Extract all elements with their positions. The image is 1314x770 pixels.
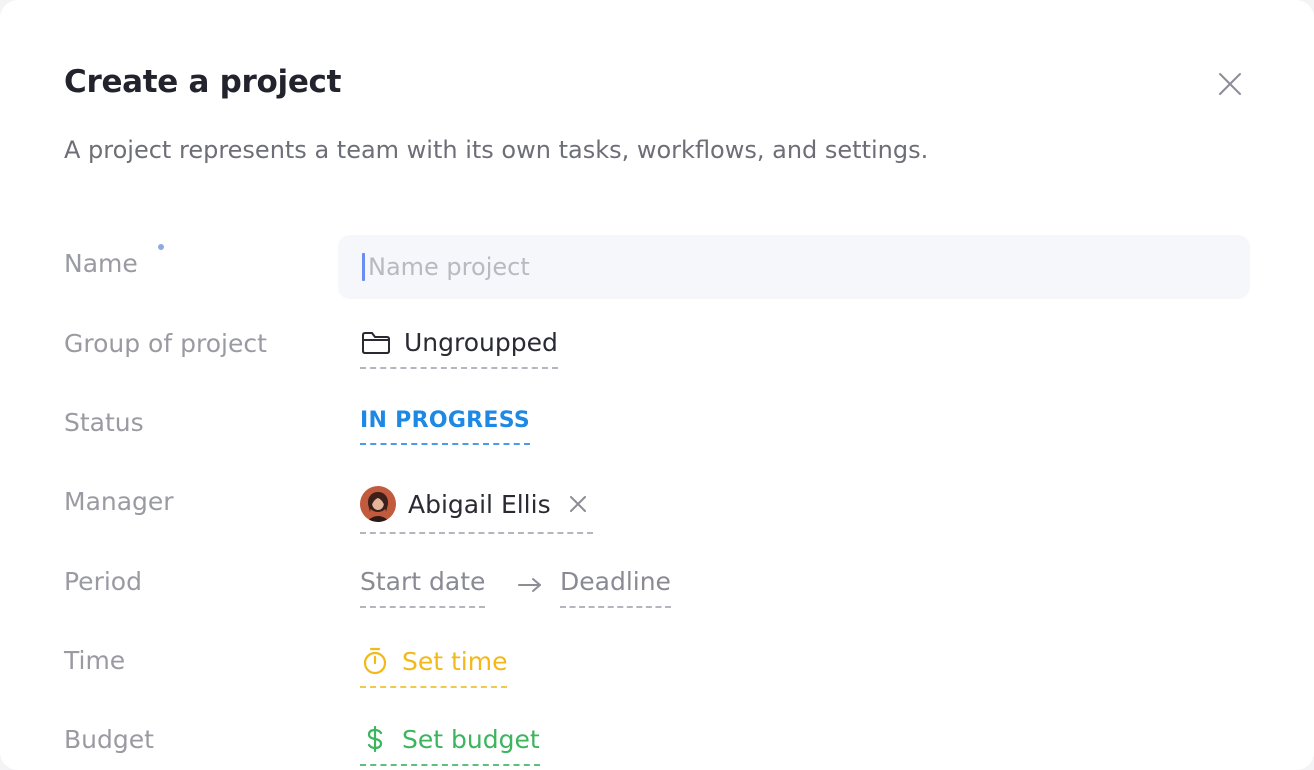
time-label: Time [64,646,126,675]
stopwatch-icon [363,647,387,675]
create-project-modal: Create a project A project represents a … [0,0,1314,770]
name-label: Name [64,249,138,278]
budget-selector[interactable]: Set budget [360,724,540,766]
deadline-picker[interactable]: Deadline [560,567,671,608]
close-icon [1219,73,1241,95]
group-selector[interactable]: Ungroupped [360,328,558,369]
status-label: Status [64,408,144,437]
close-button[interactable] [1212,66,1248,102]
time-selector[interactable]: Set time [360,646,508,688]
text-caret [362,253,365,281]
folder-icon [362,331,390,354]
manager-value: Abigail Ellis [408,489,551,519]
group-value: Ungroupped [404,328,558,357]
avatar [360,486,396,522]
arrow-right-icon [518,578,541,592]
status-selector[interactable]: IN PROGRESS [360,408,531,445]
name-field[interactable] [338,235,1250,299]
budget-value: Set budget [402,724,540,754]
deadline-value: Deadline [560,567,671,596]
close-icon[interactable] [567,493,589,515]
budget-label: Budget [64,725,154,754]
name-input[interactable] [360,235,1238,299]
period-label: Period [64,567,142,596]
manager-label: Manager [64,487,174,516]
dollar-icon [367,725,383,753]
start-date-value: Start date [360,567,486,596]
time-value: Set time [402,646,508,676]
status-value: IN PROGRESS [360,408,531,433]
start-date-picker[interactable]: Start date [360,567,486,608]
modal-title: Create a project [64,64,342,100]
required-indicator [158,244,164,250]
modal-subtitle: A project represents a team with its own… [64,136,929,164]
manager-selector[interactable]: Abigail Ellis [360,486,593,534]
group-label: Group of project [64,329,267,358]
